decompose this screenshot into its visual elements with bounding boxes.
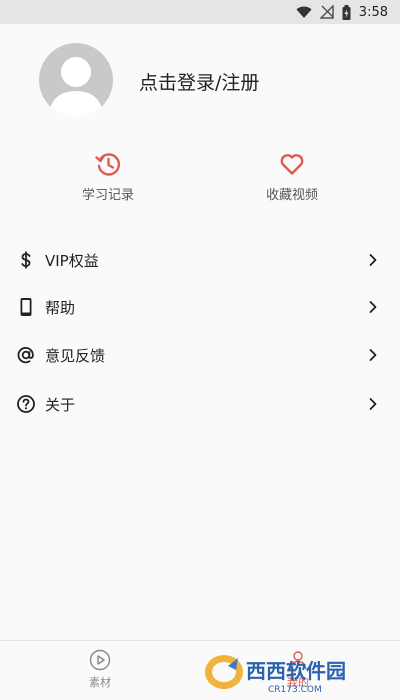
play-circle-icon <box>89 649 111 671</box>
menu-item-feedback[interactable]: 意见反馈 <box>0 333 400 377</box>
menu-item-label: 关于 <box>45 395 76 414</box>
tab-materials-label: 素材 <box>89 676 111 689</box>
chevron-right-icon <box>369 301 377 313</box>
study-history-label: 学习记录 <box>81 188 134 203</box>
watermark-brand: 西西软件园 <box>246 659 346 683</box>
history-icon <box>95 153 121 176</box>
chevron-right-icon <box>369 349 377 361</box>
login-register-link[interactable]: 点击登录/注册 <box>139 68 259 95</box>
heart-icon <box>280 154 304 175</box>
favorite-videos-label: 收藏视频 <box>265 188 318 203</box>
question-circle-icon <box>16 394 36 414</box>
at-sign-icon <box>16 345 36 365</box>
status-time: 3:58 <box>358 4 388 20</box>
menu-item-about[interactable]: 关于 <box>0 382 400 426</box>
phone-icon <box>16 297 36 317</box>
battery-icon <box>342 4 351 20</box>
dollar-icon <box>16 250 36 270</box>
study-history-button[interactable]: 学习记录 <box>48 150 168 210</box>
tab-materials[interactable]: 素材 <box>70 649 130 699</box>
menu-item-label: VIP权益 <box>45 251 99 270</box>
menu-item-label: 帮助 <box>45 298 76 317</box>
avatar[interactable] <box>39 43 113 117</box>
menu-item-label: 意见反馈 <box>45 346 106 365</box>
chevron-right-icon <box>369 254 377 266</box>
menu-item-vip[interactable]: VIP权益 <box>0 238 400 282</box>
status-bar: 3:58 <box>0 0 400 24</box>
user-silhouette-icon <box>49 57 103 117</box>
signal-icon <box>319 5 334 19</box>
wifi-icon <box>296 6 312 18</box>
watermark-url: CR173.COM <box>268 685 322 695</box>
chevron-right-icon <box>369 398 377 410</box>
favorite-videos-button[interactable]: 收藏视频 <box>232 150 352 210</box>
profile-header[interactable]: 点击登录/注册 <box>0 24 400 134</box>
menu-item-help[interactable]: 帮助 <box>0 285 400 329</box>
watermark-logo: 西西软件园 CR173.COM <box>205 655 346 695</box>
